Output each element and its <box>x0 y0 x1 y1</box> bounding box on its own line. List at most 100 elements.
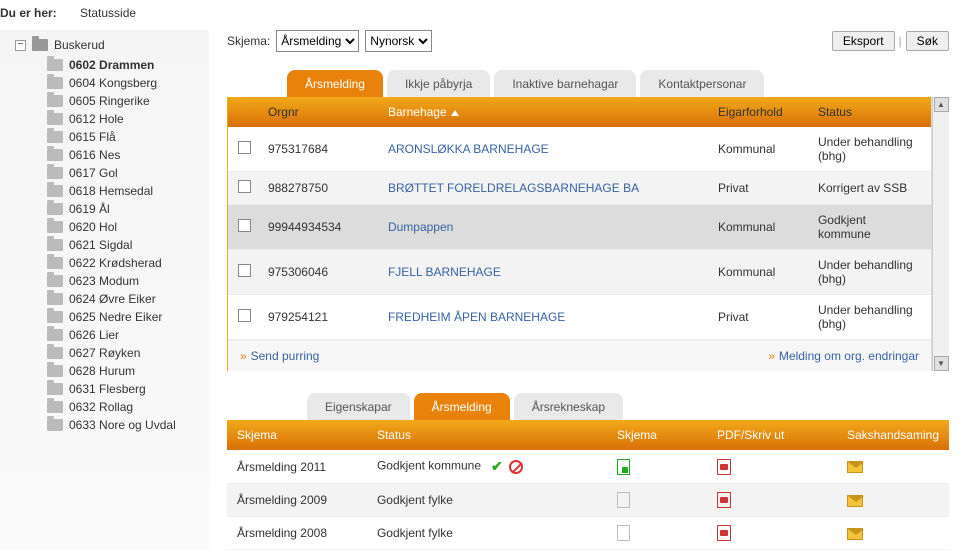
document-icon[interactable] <box>617 525 630 541</box>
tree-item[interactable]: 0612 Hole <box>47 110 209 128</box>
document-icon[interactable] <box>617 492 630 508</box>
pdf-icon[interactable] <box>717 525 731 541</box>
folder-icon <box>47 149 63 161</box>
button-separator: | <box>897 34 904 48</box>
forbidden-icon[interactable] <box>509 460 523 474</box>
scroll-up-icon[interactable]: ▲ <box>934 97 949 112</box>
tab-arsmelding[interactable]: Årsmelding <box>287 70 383 97</box>
col-status[interactable]: Status <box>818 105 921 119</box>
melding-endringar-link[interactable]: »Melding om org. endringar <box>768 349 919 363</box>
folder-icon <box>47 419 63 431</box>
cell-status: Godkjent kommune <box>818 213 921 241</box>
col2-status[interactable]: Status <box>377 428 617 442</box>
tree-item[interactable]: 0619 Ål <box>47 200 209 218</box>
tree-item[interactable]: 0627 Røyken <box>47 344 209 362</box>
col-eigarforhold[interactable]: Eigarforhold <box>718 105 818 119</box>
tree-item[interactable]: 0631 Flesberg <box>47 380 209 398</box>
row-checkbox[interactable] <box>238 180 251 193</box>
cell-skjema: Årsmelding 2011 <box>237 460 377 474</box>
mail-icon[interactable] <box>847 528 863 540</box>
tab-arsmelding2[interactable]: Årsmelding <box>414 393 510 420</box>
scrollbar[interactable]: ▲ ▼ <box>932 97 949 371</box>
folder-icon <box>47 275 63 287</box>
folder-icon <box>47 59 63 71</box>
cell-orgnr: 979254121 <box>268 310 388 324</box>
mail-icon[interactable] <box>847 461 863 473</box>
document-icon[interactable] <box>617 459 630 475</box>
tree-item-label: 0616 Nes <box>69 148 120 162</box>
tree-item[interactable]: 0625 Nedre Eiker <box>47 308 209 326</box>
table-row[interactable]: 975306046FJELL BARNEHAGEKommunalUnder be… <box>228 250 931 295</box>
barnehage-link[interactable]: Dumpappen <box>388 220 453 234</box>
table-row[interactable]: Årsmelding 2011Godkjent kommune ✔ <box>227 450 949 484</box>
tab-eigenskapar[interactable]: Eigenskapar <box>307 393 410 420</box>
tree-item-label: 0624 Øvre Eiker <box>69 292 156 306</box>
tab-inaktive[interactable]: Inaktive barnehagar <box>494 70 636 97</box>
tree-item[interactable]: 0632 Rollag <box>47 398 209 416</box>
tree-item[interactable]: 0628 Hurum <box>47 362 209 380</box>
lang-select[interactable]: Nynorsk <box>365 30 432 52</box>
sok-button[interactable]: Søk <box>906 31 949 51</box>
folder-icon <box>47 131 63 143</box>
folder-icon <box>47 185 63 197</box>
breadcrumb: Du er her: Statusside <box>0 0 961 30</box>
table-row[interactable]: 975317684ARONSLØKKA BARNEHAGEKommunalUnd… <box>228 127 931 172</box>
tree-item[interactable]: 0615 Flå <box>47 128 209 146</box>
tree-item-label: 0625 Nedre Eiker <box>69 310 162 324</box>
tree-item[interactable]: 0616 Nes <box>47 146 209 164</box>
tab-arsrekneskap[interactable]: Årsrekneskap <box>514 393 623 420</box>
table-row[interactable]: Årsmelding 2009Godkjent fylke <box>227 484 949 517</box>
col-orgnr[interactable]: Orgnr <box>268 105 388 119</box>
send-purring-link[interactable]: »Send purring <box>240 349 319 363</box>
tree-item[interactable]: 0602 Drammen <box>47 56 209 74</box>
table-row[interactable]: Årsmelding 2008Godkjent fylke <box>227 517 949 550</box>
col2-skjema[interactable]: Skjema <box>237 428 377 442</box>
row-checkbox[interactable] <box>238 309 251 322</box>
tree-item-label: 0631 Flesberg <box>69 382 146 396</box>
eksport-button[interactable]: Eksport <box>832 31 895 51</box>
tree-root-label: Buskerud <box>54 38 105 52</box>
tab-kontakt[interactable]: Kontaktpersonar <box>640 70 764 97</box>
skjema-select[interactable]: Årsmelding <box>276 30 359 52</box>
tree-item[interactable]: 0622 Krødsherad <box>47 254 209 272</box>
tab-ikkje-pabyrja[interactable]: Ikkje påbyrja <box>387 70 490 97</box>
tree-item-label: 0626 Lier <box>69 328 119 342</box>
tree-item[interactable]: 0633 Nore og Uvdal <box>47 416 209 434</box>
tree-item[interactable]: 0618 Hemsedal <box>47 182 209 200</box>
table-row[interactable]: 988278750BRØTTET FORELDRELAGSBARNEHAGE B… <box>228 172 931 205</box>
col2-skjema2[interactable]: Skjema <box>617 428 717 442</box>
cell-orgnr: 975317684 <box>268 142 388 156</box>
tree-item[interactable]: 0623 Modum <box>47 272 209 290</box>
tree-item[interactable]: 0605 Ringerike <box>47 92 209 110</box>
tree-root[interactable]: − Buskerud <box>15 38 209 52</box>
table-row[interactable]: 979254121FREDHEIM ÅPEN BARNEHAGEPrivatUn… <box>228 295 931 340</box>
pdf-icon[interactable] <box>717 492 731 508</box>
mail-icon[interactable] <box>847 495 863 507</box>
barnehage-link[interactable]: FREDHEIM ÅPEN BARNEHAGE <box>388 310 565 324</box>
cell-eigarforhold: Privat <box>718 181 818 195</box>
cell-eigarforhold: Kommunal <box>718 265 818 279</box>
tree-item[interactable]: 0617 Gol <box>47 164 209 182</box>
skjema-label: Skjema: <box>227 34 270 48</box>
pdf-icon[interactable] <box>717 459 731 475</box>
barnehage-link[interactable]: FJELL BARNEHAGE <box>388 265 501 279</box>
barnehage-link[interactable]: BRØTTET FORELDRELAGSBARNEHAGE BA <box>388 181 639 195</box>
col2-pdf[interactable]: PDF/Skriv ut <box>717 428 847 442</box>
table-row[interactable]: 99944934534DumpappenKommunalGodkjent kom… <box>228 205 931 250</box>
row-checkbox[interactable] <box>238 219 251 232</box>
tree-item[interactable]: 0621 Sigdal <box>47 236 209 254</box>
collapse-icon[interactable]: − <box>15 40 26 51</box>
folder-icon <box>47 293 63 305</box>
tree-item[interactable]: 0620 Hol <box>47 218 209 236</box>
barnehage-link[interactable]: ARONSLØKKA BARNEHAGE <box>388 142 549 156</box>
tree-item[interactable]: 0624 Øvre Eiker <box>47 290 209 308</box>
row-checkbox[interactable] <box>238 141 251 154</box>
tree-item[interactable]: 0604 Kongsberg <box>47 74 209 92</box>
folder-icon <box>47 365 63 377</box>
tree-item[interactable]: 0626 Lier <box>47 326 209 344</box>
col-barnehage[interactable]: Barnehage <box>388 105 718 119</box>
col2-saks[interactable]: Sakshandsaming <box>847 428 939 442</box>
row-checkbox[interactable] <box>238 264 251 277</box>
scroll-down-icon[interactable]: ▼ <box>934 356 949 371</box>
cell-orgnr: 975306046 <box>268 265 388 279</box>
